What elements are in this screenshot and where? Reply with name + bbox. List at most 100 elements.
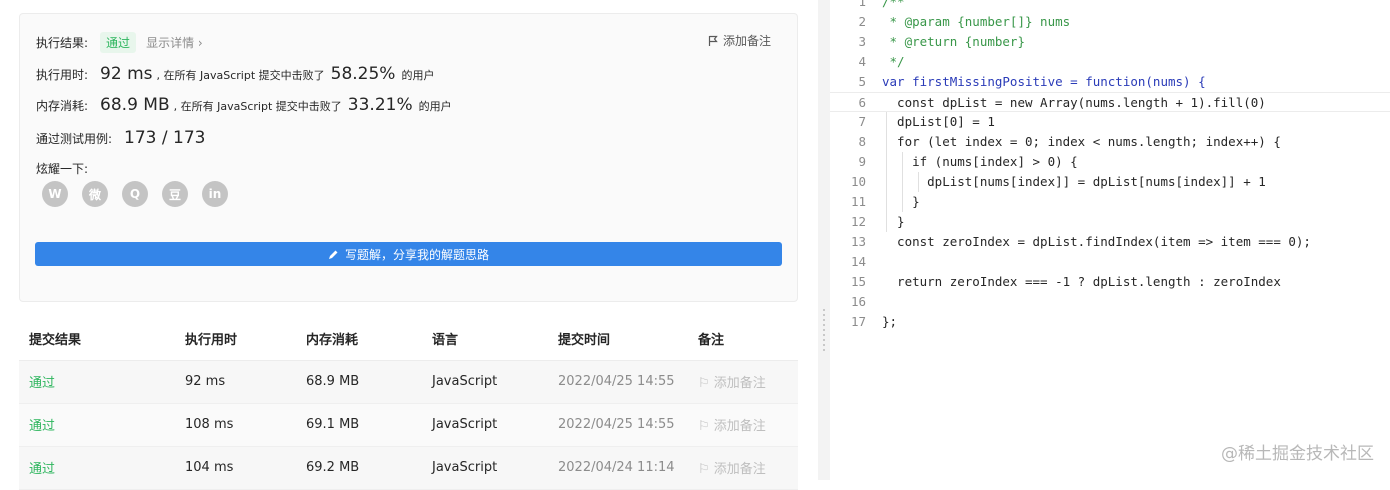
tests-value: 173 / 173 [124,128,206,148]
flag-icon: ⚐ [698,462,714,477]
line-code: } [882,214,905,229]
col-result: 提交结果 [19,318,175,361]
line-code: for (let index = 0; index < nums.length;… [882,134,1281,149]
line-number: 6 [858,95,866,110]
write-solution-label: 写题解，分享我的解题思路 [344,247,489,262]
memory-users: 的用户 [418,100,452,113]
tests-row: 通过测试用例: 173 / 173 [36,128,209,148]
wechat-icon[interactable]: W [42,181,68,207]
line-number: 11 [850,194,866,209]
line-number: 4 [858,54,866,69]
table-row[interactable]: 通过 92 ms 68.9 MB JavaScript 2022/04/25 1… [19,360,798,404]
line-number: 9 [858,154,866,169]
code-line: 16 [830,292,1390,312]
row-runtime: 108 ms [175,403,296,447]
line-code: * @param {number[]} nums [882,14,1071,29]
line-number: 14 [850,254,866,269]
row-runtime: 92 ms [175,360,296,404]
runtime-pct: 58.25% [330,64,396,84]
row-add-note[interactable]: ⚐ 添加备注 [688,446,798,490]
result-card: 执行结果: 通过 显示详情 › 添加备注 执行用时: 92 ms , 在所有 J… [19,13,798,302]
line-code: }; [882,314,898,329]
row-language: JavaScript [422,360,548,404]
runtime-value: 92 ms [100,64,153,84]
runtime-middle: , 在所有 JavaScript 提交中击败了 [156,69,325,82]
row-memory: 69.2 MB [296,446,422,490]
code-line: 13 const zeroIndex = dpList.findIndex(it… [830,232,1390,252]
code-line: 8 for (let index = 0; index < nums.lengt… [830,132,1390,152]
line-number: 13 [850,234,866,249]
code-line: 10 dpList[nums[index]] = dpList[nums[ind… [830,172,1390,192]
code-line: 9 if (nums[index] > 0) { [830,152,1390,172]
line-code: dpList[0] = 1 [882,114,995,129]
row-language: JavaScript [422,446,548,490]
row-result[interactable]: 通过 [19,446,175,490]
row-time: 2022/04/24 11:14 [548,446,688,490]
qq-icon[interactable]: Q [122,181,148,207]
line-number: 1 [858,0,866,9]
row-time: 2022/04/25 14:55 [548,403,688,447]
code-line: 11 } [830,192,1390,212]
share-row: 炫耀一下: [36,160,88,177]
line-number: 17 [850,314,866,329]
add-note-button[interactable]: 添加备注 [708,32,771,49]
exec-result-label: 执行结果: [36,36,89,50]
line-number: 3 [858,34,866,49]
code-line: 4 */ [830,52,1390,72]
linkedin-icon[interactable]: in [202,181,228,207]
row-add-note[interactable]: ⚐ 添加备注 [688,403,798,447]
code-editor[interactable]: 1 /** 2 * @param {number[]} nums 3 * @ret… [830,0,1390,480]
line-number: 7 [858,114,866,129]
exec-result-row: 执行结果: 通过 显示详情 › [36,32,203,53]
write-solution-button[interactable]: 写题解，分享我的解题思路 [35,242,782,266]
result-panel: 执行结果: 通过 显示详情 › 添加备注 执行用时: 92 ms , 在所有 J… [0,0,818,490]
watermark: @稀土掘金技术社区 [1221,444,1374,464]
line-code: /** [882,0,905,9]
add-note-label: 添加备注 [722,34,771,48]
code-line: 2 * @param {number[]} nums [830,12,1390,32]
row-result[interactable]: 通过 [19,403,175,447]
row-memory: 68.9 MB [296,360,422,404]
row-note-label: 添加备注 [713,376,766,391]
show-details-link[interactable]: 显示详情 › [146,34,203,51]
code-line: 3 * @return {number} [830,32,1390,52]
panel-divider[interactable] [818,0,830,480]
code-line: 1 /** [830,0,1390,12]
table-row[interactable]: 通过 104 ms 69.2 MB JavaScript 2022/04/24 … [19,446,798,490]
row-language: JavaScript [422,403,548,447]
col-note: 备注 [688,318,798,361]
share-label: 炫耀一下: [36,162,89,176]
line-number: 2 [858,14,866,29]
row-result[interactable]: 通过 [19,360,175,404]
line-code: return zeroIndex === -1 ? dpList.length … [882,274,1281,289]
flag-icon: ⚐ [698,419,714,434]
memory-label: 内存消耗: [36,99,89,113]
code-line: 14 [830,252,1390,272]
line-number: 10 [850,174,866,189]
memory-row: 内存消耗: 68.9 MB , 在所有 JavaScript 提交中击败了 33… [36,95,452,115]
col-memory: 内存消耗 [296,318,422,361]
code-line: 15 return zeroIndex === -1 ? dpList.leng… [830,272,1390,292]
share-icons: W 微 Q 豆 in [42,181,228,207]
status-badge: 通过 [100,32,137,53]
line-code: dpList[nums[index]] = dpList[nums[index]… [882,174,1266,189]
row-add-note[interactable]: ⚐ 添加备注 [688,360,798,404]
table-header: 提交结果 执行用时 内存消耗 语言 提交时间 备注 [19,318,798,361]
line-code: */ [882,54,905,69]
table-row[interactable]: 通过 108 ms 69.1 MB JavaScript 2022/04/25 … [19,403,798,447]
line-code: var firstMissingPositive = function(nums… [882,74,1206,89]
douban-icon[interactable]: 豆 [162,181,188,207]
line-code: if (nums[index] > 0) { [882,154,1078,169]
tests-label: 通过测试用例: [36,132,113,146]
line-code: const dpList = new Array(nums.length + 1… [882,95,1266,110]
row-memory: 69.1 MB [296,403,422,447]
resize-handle[interactable] [823,309,825,354]
flag-icon [708,35,718,46]
col-runtime: 执行用时 [175,318,296,361]
runtime-users: 的用户 [401,69,435,82]
code-line: 5 var firstMissingPositive = function(num… [830,72,1390,92]
code-line: 17}; [830,312,1390,332]
flag-icon: ⚐ [698,376,714,391]
line-code: const zeroIndex = dpList.findIndex(item … [882,234,1311,249]
weibo-icon[interactable]: 微 [82,181,108,207]
